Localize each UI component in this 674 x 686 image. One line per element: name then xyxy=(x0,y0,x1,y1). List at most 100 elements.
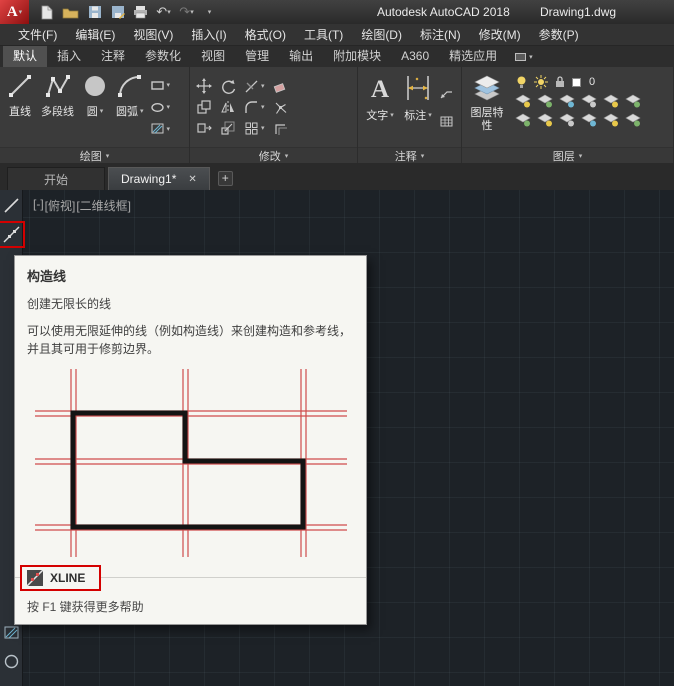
region-toolbar-button[interactable] xyxy=(3,653,20,670)
ribbon-tab-bar: 默认 插入 注释 参数化 视图 管理 输出 附加模块 A360 精选应用 ▾ xyxy=(0,46,674,67)
file-tab-start[interactable]: 开始 xyxy=(7,167,106,190)
layer-tool-button[interactable] xyxy=(515,94,531,108)
layer-tool-button[interactable] xyxy=(559,94,575,108)
line-toolbar-button[interactable] xyxy=(3,197,20,214)
save-as-button[interactable] xyxy=(110,3,125,21)
draw-panel-footer[interactable]: 绘图 ▾ xyxy=(0,147,189,163)
construction-line-toolbar-button[interactable] xyxy=(0,221,25,248)
dimension-icon xyxy=(407,76,429,100)
menu-item-dimension[interactable]: 标注(N) xyxy=(411,24,470,46)
menu-item-tools[interactable]: 工具(T) xyxy=(295,24,352,46)
offset-tool-button[interactable] xyxy=(273,120,288,136)
ribbon-tab-home[interactable]: 默认 xyxy=(3,46,48,67)
move-icon xyxy=(196,78,212,94)
menu-item-format[interactable]: 格式(O) xyxy=(236,24,295,46)
arc-tool-button[interactable]: 圆弧 ▾ xyxy=(113,69,147,145)
ribbon: 直线 多段线 圆 ▾ 圆弧 ▾ ▾ ▾ ▾ 绘图 ▾ ▾ ▾ ▾ 修改 ▾ A … xyxy=(0,67,674,163)
table-tool-button[interactable] xyxy=(439,114,454,129)
ribbon-tab-insert[interactable]: 插入 xyxy=(47,46,91,67)
layer-properties-button[interactable]: 图层特性 xyxy=(466,69,508,145)
move-tool-button[interactable] xyxy=(196,78,212,94)
ribbon-display-toggle[interactable]: ▾ xyxy=(515,46,533,67)
scale-tool-button[interactable] xyxy=(220,120,236,136)
viewport-visual-style-button[interactable]: [二维线框] xyxy=(76,197,131,214)
viewport-view-button[interactable]: [俯视] xyxy=(45,197,76,214)
file-tab-drawing1[interactable]: Drawing1* ✕ xyxy=(108,167,210,190)
ellipse-tool-button[interactable]: ▾ xyxy=(150,100,170,115)
circle-tool-button[interactable]: 圆 ▾ xyxy=(79,69,111,145)
ribbon-tab-manage[interactable]: 管理 xyxy=(235,46,279,67)
text-tool-button[interactable]: A 文字 ▾ xyxy=(362,69,398,145)
menu-bar: 文件(F) 编辑(E) 视图(V) 插入(I) 格式(O) 工具(T) 绘图(D… xyxy=(0,24,674,46)
chevron-down-icon: ▾ xyxy=(420,152,425,160)
erase-tool-button[interactable] xyxy=(273,78,288,94)
ribbon-tab-view[interactable]: 视图 xyxy=(191,46,235,67)
menu-item-parametric[interactable]: 参数(P) xyxy=(530,24,588,46)
dimension-tool-button[interactable]: 标注 ▾ xyxy=(400,69,436,145)
leader-tool-button[interactable] xyxy=(439,85,454,100)
trim-tool-button[interactable]: ▾ xyxy=(244,78,265,94)
layer-tool-button[interactable] xyxy=(603,113,619,127)
ribbon-tab-featured-apps[interactable]: 精选应用 xyxy=(439,46,507,67)
line-tool-button[interactable]: 直线 xyxy=(4,69,36,145)
hatch-tool-button[interactable]: ▾ xyxy=(150,121,171,136)
polyline-tool-button[interactable]: 多段线 xyxy=(38,69,77,145)
layer-dropdown[interactable]: 0 xyxy=(515,75,664,89)
plot-button[interactable] xyxy=(133,3,148,21)
chevron-down-icon: ▾ xyxy=(99,108,104,115)
copy-tool-button[interactable] xyxy=(196,99,212,115)
stretch-tool-button[interactable] xyxy=(196,120,212,136)
tooltip-summary: 创建无限长的线 xyxy=(27,297,112,311)
save-button[interactable] xyxy=(87,3,102,21)
rectangle-tool-button[interactable]: ▾ xyxy=(150,78,170,93)
chevron-down-icon: ▾ xyxy=(284,152,289,160)
layer-tool-button[interactable] xyxy=(581,94,597,108)
layers-panel-tools: 图层特性 0 xyxy=(462,67,673,147)
fillet-tool-button[interactable]: ▾ xyxy=(244,99,265,115)
menu-item-insert[interactable]: 插入(I) xyxy=(182,24,235,46)
annotation-panel-flyouts xyxy=(438,69,455,145)
array-tool-button[interactable]: ▾ xyxy=(244,120,265,136)
layer-tool-button[interactable] xyxy=(559,113,575,127)
mirror-tool-button[interactable] xyxy=(220,99,236,115)
menu-item-modify[interactable]: 修改(M) xyxy=(470,24,530,46)
new-tab-button[interactable]: + xyxy=(217,171,233,186)
drawing-canvas[interactable]: [-] [俯视] [二维线框] 构造线 创建无限长的线 可以使用无限延伸的线（例… xyxy=(0,190,674,686)
qat-customize-button[interactable]: ▾ xyxy=(202,3,217,21)
layer-tool-button[interactable] xyxy=(625,113,641,127)
layer-tool-button[interactable] xyxy=(581,113,597,127)
modify-panel-footer[interactable]: 修改 ▾ xyxy=(190,147,357,163)
ribbon-tab-output[interactable]: 输出 xyxy=(279,46,323,67)
layer-tool-button[interactable] xyxy=(515,113,531,127)
redo-button[interactable]: ↷ ▾ xyxy=(179,3,194,21)
explode-tool-button[interactable] xyxy=(273,99,288,115)
layer-tool-button[interactable] xyxy=(603,94,619,108)
ribbon-tab-addins[interactable]: 附加模块 xyxy=(323,46,391,67)
layer-tool-button[interactable] xyxy=(537,113,553,127)
chevron-down-icon: ▾ xyxy=(166,125,171,133)
ribbon-tab-a360[interactable]: A360 xyxy=(391,46,439,67)
viewport-menu-button[interactable]: [-] xyxy=(33,197,44,214)
open-file-button[interactable] xyxy=(62,3,79,21)
copy-icon xyxy=(197,100,211,114)
layers-panel-footer[interactable]: 图层 ▾ xyxy=(462,147,673,163)
ribbon-tab-parametric[interactable]: 参数化 xyxy=(135,46,191,67)
save-disk-icon xyxy=(88,6,101,18)
layer-controls: 0 xyxy=(510,69,669,145)
layer-tool-button[interactable] xyxy=(625,94,641,108)
menu-item-file[interactable]: 文件(F) xyxy=(9,24,66,46)
app-menu-button[interactable]: A ▾ xyxy=(0,0,29,24)
menu-item-view[interactable]: 视图(V) xyxy=(124,24,182,46)
region-icon xyxy=(4,654,18,669)
ribbon-tab-annotate[interactable]: 注释 xyxy=(91,46,135,67)
menu-item-edit[interactable]: 编辑(E) xyxy=(66,24,124,46)
annotation-panel-footer[interactable]: 注释 ▾ xyxy=(358,147,461,163)
close-tab-icon[interactable]: ✕ xyxy=(188,174,196,185)
redo-icon: ↷ xyxy=(179,4,191,19)
menu-item-draw[interactable]: 绘图(D) xyxy=(352,24,411,46)
undo-button[interactable]: ↶ ▾ xyxy=(156,3,171,21)
layer-tool-button[interactable] xyxy=(537,94,553,108)
new-file-button[interactable] xyxy=(39,3,54,21)
rotate-tool-button[interactable] xyxy=(220,78,236,94)
hatch-toolbar-button[interactable] xyxy=(3,624,20,641)
